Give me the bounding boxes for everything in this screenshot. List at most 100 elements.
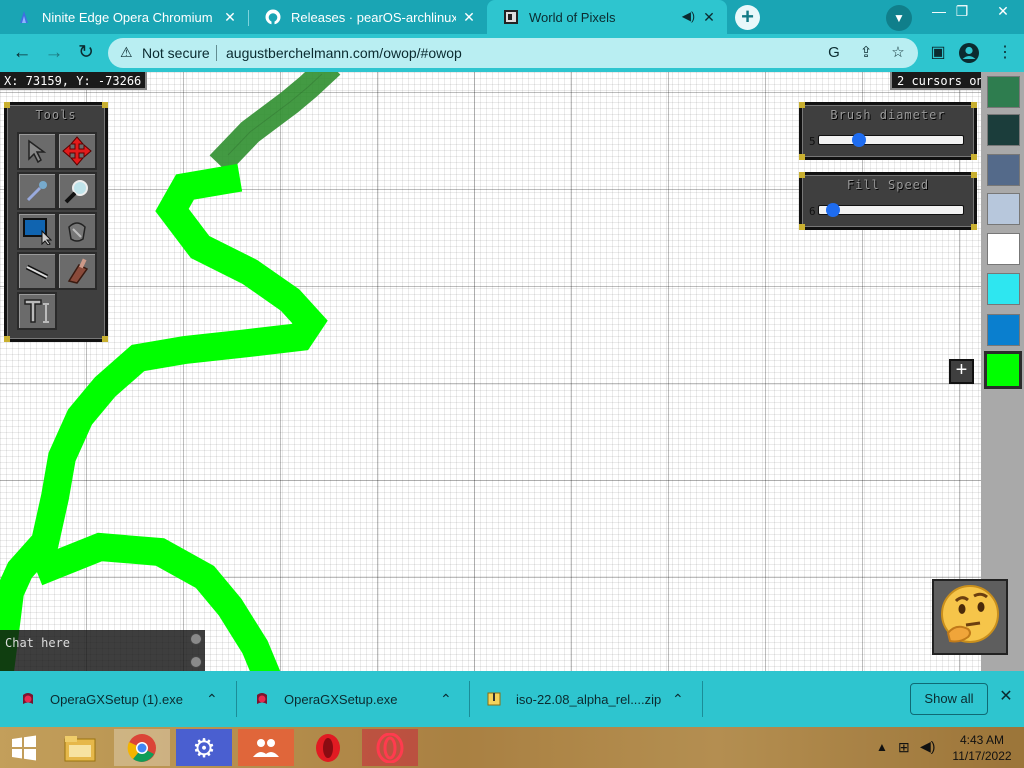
taskbar-file-explorer[interactable] [52, 729, 108, 766]
forward-button[interactable]: → [41, 40, 67, 66]
fill-speed-panel: Fill Speed 6 [799, 172, 977, 230]
tool-eraser[interactable] [57, 252, 97, 290]
tab-releases[interactable]: Releases · pearOS-archlinux/iso ✕ [249, 0, 487, 34]
reload-button[interactable]: ↻ [73, 40, 99, 66]
restore-button[interactable]: ❐ [945, 0, 979, 30]
fill-speed-slider[interactable] [818, 203, 964, 217]
github-icon [265, 9, 281, 25]
chevron-up-icon[interactable]: ⌃ [672, 691, 684, 708]
download-item[interactable]: OperaGXSetup.exe ⌃ [254, 679, 466, 719]
google-icon[interactable]: G [824, 43, 844, 63]
download-separator [702, 681, 703, 717]
chat-input[interactable]: Chat here [5, 636, 70, 650]
address-divider [216, 45, 217, 61]
warning-icon[interactable]: ⚠ [120, 44, 133, 61]
download-separator [236, 681, 237, 717]
taskbar-chrome[interactable] [114, 729, 170, 766]
window-close-button[interactable]: ✕ [986, 0, 1020, 30]
chat-scroll-button[interactable] [190, 656, 202, 668]
tab-title: World of Pixels [529, 9, 616, 25]
fill-bucket-icon [68, 222, 86, 242]
emoji-button[interactable] [932, 579, 1008, 655]
tab-strip: Ninite Edge Opera Chromium Un ✕ Releases… [0, 0, 1024, 34]
tool-move[interactable] [57, 132, 97, 170]
tab-search-button[interactable]: ▼ [886, 5, 912, 31]
panel-corner [799, 154, 805, 160]
start-button[interactable] [0, 729, 48, 766]
side-panel-icon[interactable]: ▣ [926, 41, 950, 65]
opera-gx-icon [23, 693, 33, 704]
add-color-button[interactable]: + [949, 359, 974, 384]
close-icon[interactable]: ✕ [701, 9, 717, 25]
close-icon[interactable]: ✕ [996, 687, 1016, 707]
pixel-canvas[interactable] [0, 72, 1024, 671]
chevron-up-icon[interactable]: ▲ [876, 740, 888, 754]
palette-swatch[interactable] [984, 351, 1022, 389]
show-all-button[interactable]: Show all [910, 683, 988, 715]
bookmark-star-icon[interactable]: ☆ [888, 43, 908, 63]
palette-swatch[interactable] [987, 114, 1020, 146]
palette-swatch[interactable] [987, 233, 1020, 265]
profile-icon[interactable] [957, 41, 981, 65]
volume-icon[interactable]: ◀) [920, 738, 935, 755]
drawn-pixels [0, 72, 341, 671]
tool-pipette[interactable] [17, 172, 57, 210]
clock-date: 11/17/2022 [952, 749, 1012, 763]
tool-fill[interactable] [57, 212, 97, 250]
downloads-bar: OperaGXSetup (1).exe ⌃ OperaGXSetup.exe … [0, 671, 1024, 727]
address-bar[interactable]: ⚠ Not secure augustberchelmann.com/owop/… [108, 38, 918, 68]
download-filename: OperaGXSetup (1).exe [50, 691, 183, 707]
eraser-icon [67, 258, 89, 284]
chevron-up-icon[interactable]: ⌃ [206, 691, 218, 708]
panel-corner [971, 224, 977, 230]
palette-swatch[interactable] [987, 193, 1020, 225]
folder-icon [64, 735, 96, 761]
taskbar-settings[interactable]: ⚙ [176, 729, 232, 766]
download-item[interactable]: iso-22.08_alpha_rel....zip ⌃ [486, 679, 698, 719]
taskbar-people[interactable] [238, 729, 294, 766]
brush-diameter-slider[interactable] [818, 133, 964, 147]
chrome-icon [127, 733, 156, 762]
tool-area[interactable] [17, 212, 57, 250]
chat-box: Chat here [0, 630, 205, 671]
tab-ninite[interactable]: Ninite Edge Opera Chromium Un ✕ [0, 0, 248, 34]
opera-icon [316, 733, 340, 762]
clock[interactable]: 4:43 AM 11/17/2022 [950, 732, 1014, 764]
taskbar-opera-gx[interactable] [362, 729, 418, 766]
chat-toggle-button[interactable] [190, 633, 202, 645]
share-icon[interactable]: ⇪ [856, 43, 876, 63]
chevron-up-icon[interactable]: ⌃ [440, 691, 452, 708]
tab-world-of-pixels[interactable]: World of Pixels ◀) ✕ [487, 0, 727, 34]
palette-swatch[interactable] [987, 273, 1020, 305]
cursor-icon [28, 139, 47, 164]
tool-text[interactable] [17, 292, 57, 330]
menu-icon[interactable]: ⋮ [993, 41, 1017, 65]
browser-toolbar: ← → ↻ ⚠ Not secure augustberchelmann.com… [0, 34, 1024, 72]
palette-swatch[interactable] [987, 314, 1020, 346]
slider-thumb[interactable] [852, 133, 866, 147]
close-icon[interactable]: ✕ [461, 9, 477, 25]
tools-panel: Tools [4, 102, 108, 342]
speaker-icon[interactable]: ◀) [682, 9, 695, 23]
move-arrows-icon [62, 136, 92, 166]
url-text[interactable]: augustberchelmann.com/owop/#owop [226, 45, 462, 61]
tool-line[interactable] [17, 252, 57, 290]
brush-diameter-panel: Brush diameter 5 [799, 102, 977, 160]
back-button[interactable]: ← [9, 40, 35, 66]
tool-zoom[interactable] [57, 172, 97, 210]
close-icon[interactable]: ✕ [222, 9, 238, 25]
opera-gx-icon [376, 732, 404, 763]
download-item[interactable]: OperaGXSetup (1).exe ⌃ [20, 679, 232, 719]
text-icon [24, 299, 49, 323]
panel-corner [971, 154, 977, 160]
slider-thumb[interactable] [825, 203, 840, 217]
security-label[interactable]: Not secure [142, 45, 210, 61]
zip-icon [487, 692, 501, 706]
network-icon[interactable]: ⊞ [898, 739, 910, 756]
tool-cursor[interactable] [17, 132, 57, 170]
taskbar-opera[interactable] [300, 729, 356, 766]
download-separator [469, 681, 470, 717]
palette-swatch[interactable] [987, 76, 1020, 108]
palette-swatch[interactable] [987, 154, 1020, 186]
new-tab-button[interactable]: + [735, 5, 760, 30]
